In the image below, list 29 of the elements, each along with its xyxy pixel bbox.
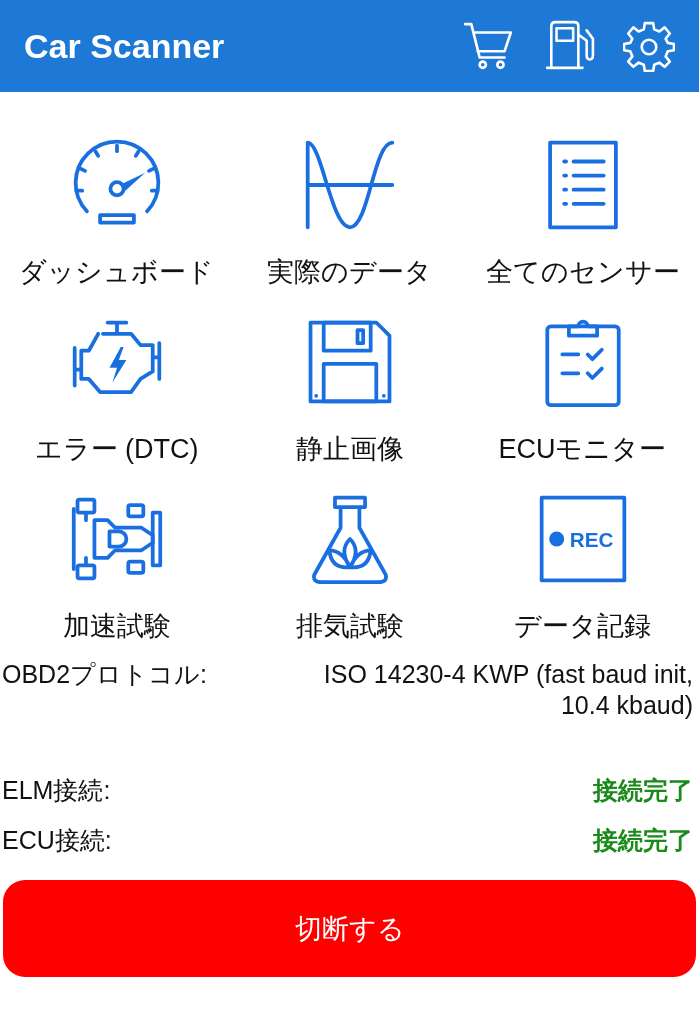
menu-tile[interactable]: ECUモニター xyxy=(466,315,699,492)
record-dot-icon xyxy=(548,531,564,547)
status-label: ELM接続: xyxy=(2,775,111,806)
rec-text: REC xyxy=(569,527,613,551)
tile-label: 静止画像 xyxy=(295,433,404,466)
status-label: OBD2プロトコル: xyxy=(2,659,208,690)
tile-label: 実際のデータ xyxy=(267,256,432,289)
menu-tile[interactable]: 実際のデータ xyxy=(233,138,466,315)
tile-label: 全てのセンサー xyxy=(485,256,680,289)
disconnect-button[interactable]: 切断する xyxy=(3,880,696,977)
status-value: 接続完了 xyxy=(593,825,693,856)
square-frame-icon xyxy=(539,495,626,583)
tile-label: データ記録 xyxy=(514,610,651,643)
settings-icon[interactable] xyxy=(623,20,675,72)
status-value: ISO 14230-4 KWP (fast baud init, 10.4 kbaud) xyxy=(322,659,693,721)
tile-label: ECUモニター xyxy=(498,433,667,466)
menu-tile[interactable]: 静止画像 xyxy=(233,315,466,492)
tile-label: ダッシュボード xyxy=(19,256,214,289)
menu-tile[interactable]: ダッシュボード xyxy=(0,138,233,315)
status-label: ECU接続: xyxy=(2,825,112,856)
app-title: Car Scanner xyxy=(24,26,226,66)
status-value: 接続完了 xyxy=(593,775,693,806)
tile-label: 排気試験 xyxy=(295,610,404,643)
fuel-pump-icon[interactable] xyxy=(543,20,595,72)
menu-tile[interactable]: エラー (DTC) xyxy=(0,315,233,492)
tile-label: 加速試験 xyxy=(62,610,171,643)
tile-label: エラー (DTC) xyxy=(34,433,199,466)
cart-icon[interactable] xyxy=(463,20,515,72)
menu-tile[interactable]: 全てのセンサー xyxy=(466,138,699,315)
